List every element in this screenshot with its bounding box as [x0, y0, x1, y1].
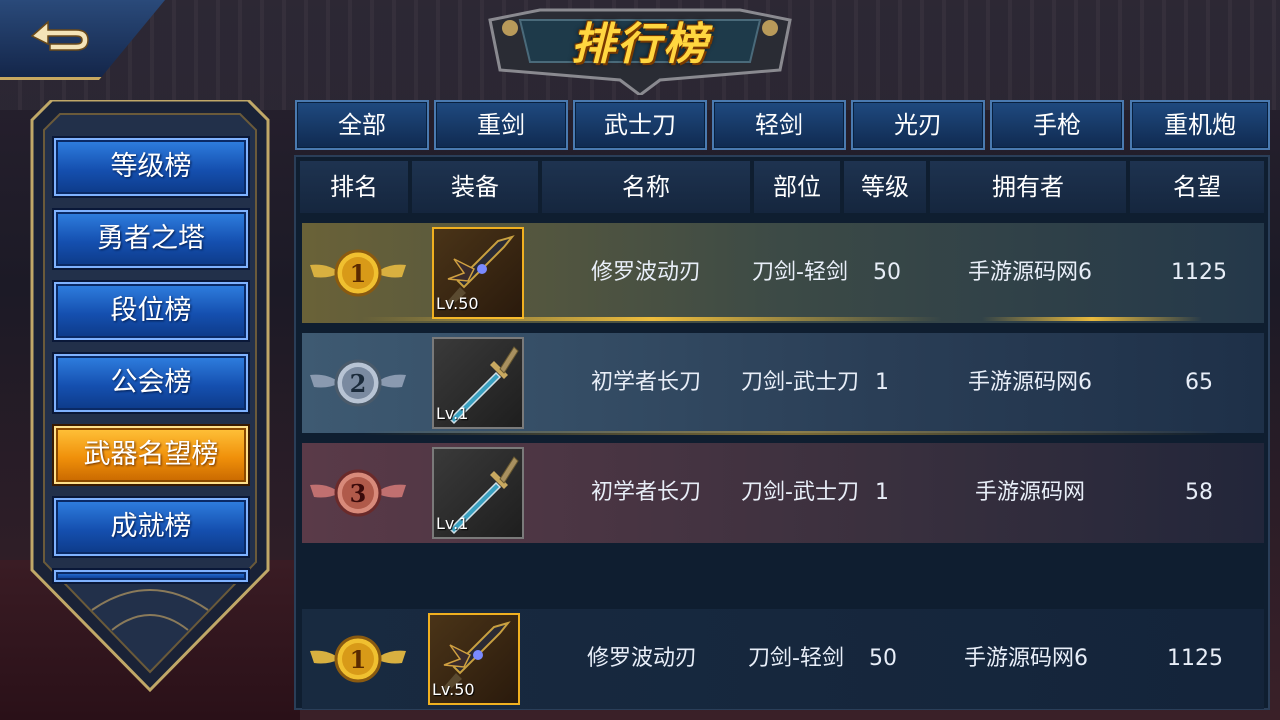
- weapon-slot: 刀剑-武士刀: [741, 480, 859, 505]
- tab-heavy-cannon[interactable]: 重机炮: [1130, 100, 1270, 150]
- equipment-slot[interactable]: Lv.1: [432, 447, 524, 539]
- item-level-tag: Lv.1: [436, 404, 469, 423]
- back-arrow-icon: [30, 20, 89, 51]
- tab-beam-blade[interactable]: 光刃: [851, 100, 985, 150]
- bronze-rank-badge-icon: 3: [310, 469, 406, 517]
- silver-rank-badge-icon: 2: [310, 359, 406, 407]
- item-level-tag: Lv.50: [432, 680, 475, 699]
- sidebar-item-weapon-fame[interactable]: 武器名望榜: [54, 426, 248, 484]
- item-level-tag: Lv.50: [436, 294, 479, 313]
- tab-all[interactable]: 全部: [295, 100, 429, 150]
- sparkle-effect: [982, 317, 1202, 321]
- sparkle-effect: [362, 317, 942, 321]
- rank-number: 1: [350, 259, 367, 288]
- owner-name: 手游源码网6: [964, 646, 1088, 671]
- weapon-name: 初学者长刀: [590, 480, 701, 505]
- weapon-name: 初学者长刀: [590, 370, 701, 395]
- equipment-slot[interactable]: Lv.50: [428, 613, 520, 705]
- sidebar-item-guild-rank[interactable]: 公会榜: [54, 354, 248, 412]
- rank-number: 2: [350, 369, 367, 398]
- sidebar-item-tier-rank[interactable]: 段位榜: [54, 282, 248, 340]
- header-fame: 名望: [1130, 161, 1264, 213]
- table-row[interactable]: 3 Lv.1 初学者长刀 刀剑-武士刀 1 手游源码网 58: [302, 443, 1264, 543]
- header-slot: 部位: [754, 161, 840, 213]
- fame-value: 58: [1185, 480, 1213, 505]
- header-level: 等级: [844, 161, 926, 213]
- weapon-level: 50: [869, 646, 897, 671]
- page-title: 排行榜: [571, 19, 709, 70]
- weapon-name: 修罗波动刃: [590, 260, 701, 285]
- header-equipment: 装备: [412, 161, 538, 213]
- table-row[interactable]: 1 Lv.50 修罗波动刃 刀剑-轻剑 50 手游源码网6 1125: [302, 223, 1264, 323]
- sidebar-item-level-rank[interactable]: 等级榜: [54, 138, 248, 196]
- owner-name: 手游源码网: [974, 480, 1085, 505]
- weapon-slot: 刀剑-武士刀: [741, 370, 859, 395]
- sidebar-item-achievement[interactable]: 成就榜: [54, 498, 248, 556]
- weapon-level: 50: [873, 260, 901, 285]
- rank-number: 3: [350, 479, 367, 508]
- fame-value: 1125: [1171, 260, 1227, 285]
- fame-value: 65: [1185, 370, 1213, 395]
- weapon-level: 1: [875, 370, 889, 395]
- gold-rank-badge-icon: 1: [310, 249, 406, 297]
- header-owner: 拥有者: [930, 161, 1126, 213]
- weapon-name: 修罗波动刃: [586, 646, 697, 671]
- equipment-slot[interactable]: Lv.50: [432, 227, 524, 319]
- sidebar-item-partial[interactable]: [54, 570, 248, 582]
- ranking-table: 排名 装备 名称 部位 等级 拥有者 名望 1 Lv.50 修罗波动刃 刀剑-轻…: [294, 155, 1270, 710]
- sidebar-item-hero-tower[interactable]: 勇者之塔: [54, 210, 248, 268]
- gold-rank-badge-icon: 1: [310, 635, 406, 683]
- tab-katana[interactable]: 武士刀: [573, 100, 707, 150]
- fame-value: 1125: [1167, 646, 1223, 671]
- tab-light-sword[interactable]: 轻剑: [712, 100, 846, 150]
- equipment-slot[interactable]: Lv.1: [432, 337, 524, 429]
- tab-heavy-sword[interactable]: 重剑: [434, 100, 568, 150]
- title-emblem: 排行榜: [480, 0, 800, 95]
- weapon-slot: 刀剑-轻剑: [752, 260, 848, 285]
- sidebar: 等级榜 勇者之塔 段位榜 公会榜 武器名望榜 成就榜: [22, 100, 278, 700]
- owner-name: 手游源码网6: [968, 370, 1092, 395]
- item-level-tag: Lv.1: [436, 514, 469, 533]
- header-name: 名称: [542, 161, 750, 213]
- tab-pistol[interactable]: 手枪: [990, 100, 1124, 150]
- weapon-slot: 刀剑-轻剑: [748, 646, 844, 671]
- sparkle-effect: [362, 431, 1222, 435]
- table-row[interactable]: 2 Lv.1 初学者长刀 刀剑-武士刀 1 手游源码网6 65: [302, 333, 1264, 435]
- header-rank: 排名: [300, 161, 408, 213]
- rank-number: 1: [350, 645, 367, 674]
- weapon-level: 1: [875, 480, 889, 505]
- owner-name: 手游源码网6: [968, 260, 1092, 285]
- my-rank-row[interactable]: 1 Lv.50 修罗波动刃 刀剑-轻剑 50 手游源码网6 1125: [302, 609, 1264, 709]
